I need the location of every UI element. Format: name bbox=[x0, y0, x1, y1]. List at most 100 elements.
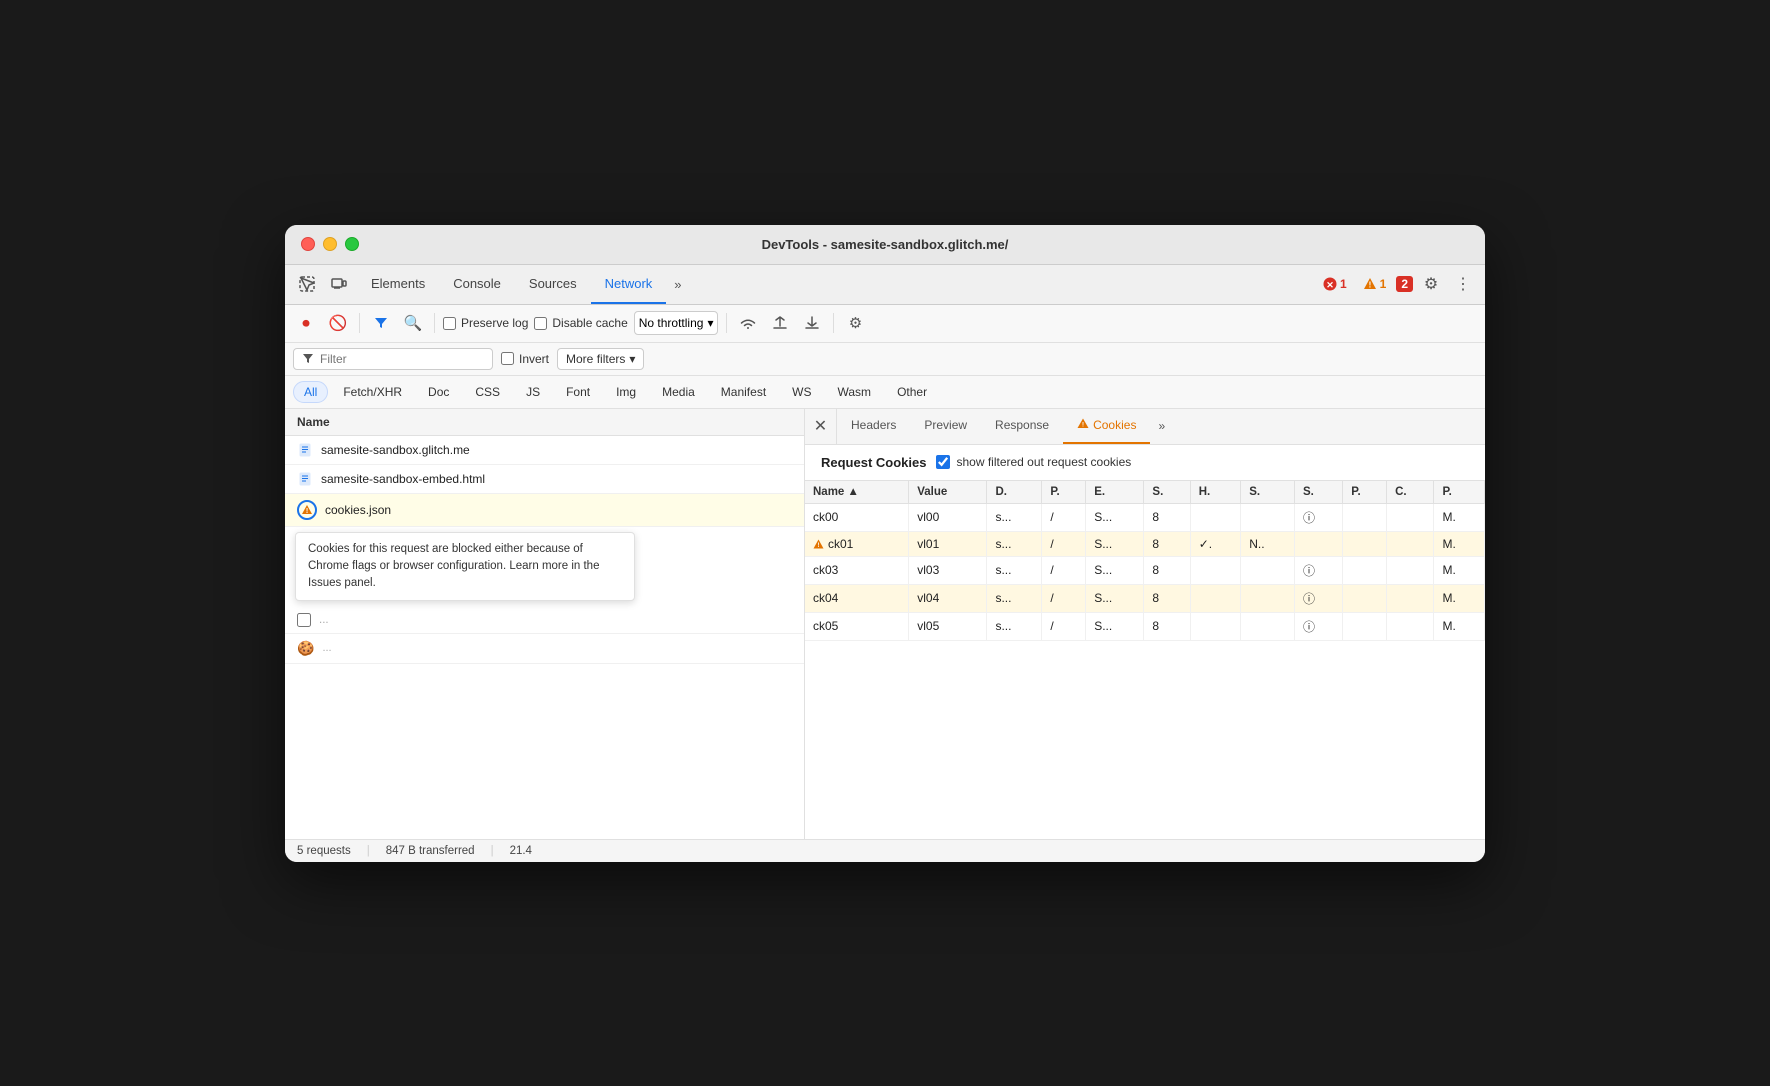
request-item-1[interactable]: samesite-sandbox.glitch.me bbox=[285, 436, 804, 465]
download-icon[interactable] bbox=[799, 310, 825, 336]
col-s2[interactable]: S. bbox=[1241, 481, 1295, 504]
disable-cache-checkbox[interactable] bbox=[534, 317, 547, 330]
issues-count[interactable]: 2 bbox=[1396, 276, 1413, 292]
tab-network[interactable]: Network bbox=[591, 264, 667, 304]
tab-sources[interactable]: Sources bbox=[515, 264, 591, 304]
preserve-log-checkbox[interactable] bbox=[443, 317, 456, 330]
svg-text:✕: ✕ bbox=[1326, 280, 1334, 290]
col-e[interactable]: E. bbox=[1086, 481, 1144, 504]
cookie-d-2: s... bbox=[987, 556, 1042, 584]
minimize-button[interactable] bbox=[323, 237, 337, 251]
col-value[interactable]: Value bbox=[909, 481, 987, 504]
col-p3[interactable]: P. bbox=[1434, 481, 1485, 504]
type-pill-css[interactable]: CSS bbox=[464, 381, 511, 403]
invert-label[interactable]: Invert bbox=[501, 352, 549, 366]
col-c[interactable]: C. bbox=[1387, 481, 1434, 504]
toolbar-separator-3 bbox=[726, 313, 727, 333]
request-item-3[interactable]: ! cookies.json Cookies for this request … bbox=[285, 494, 804, 527]
type-pill-media[interactable]: Media bbox=[651, 381, 706, 403]
col-s3[interactable]: S. bbox=[1295, 481, 1343, 504]
type-pill-doc[interactable]: Doc bbox=[417, 381, 460, 403]
cookie-row-4[interactable]: ck05 vl05 s... / S... 8 ⓘ M. bbox=[805, 612, 1485, 640]
tab-preview[interactable]: Preview bbox=[910, 409, 981, 445]
cookie-s2-0 bbox=[1241, 503, 1295, 531]
cookie-value-2: vl03 bbox=[909, 556, 987, 584]
col-d[interactable]: D. bbox=[987, 481, 1042, 504]
cookie-row-2[interactable]: ck03 vl03 s... / S... 8 ⓘ M. bbox=[805, 556, 1485, 584]
detail-tab-bar: ✕ Headers Preview Response ! bbox=[805, 409, 1485, 445]
settings-icon[interactable]: ⚙ bbox=[1417, 270, 1445, 298]
window-title: DevTools - samesite-sandbox.glitch.me/ bbox=[762, 237, 1009, 252]
chevron-down-icon: ▾ bbox=[629, 352, 635, 366]
cookie-d-1: s... bbox=[987, 531, 1042, 556]
disable-cache-label[interactable]: Disable cache bbox=[534, 316, 627, 330]
cookie-s-0: 8 bbox=[1144, 503, 1190, 531]
toolbar-separator-2 bbox=[434, 313, 435, 333]
show-filtered-checkbox[interactable] bbox=[936, 455, 950, 469]
type-pill-img[interactable]: Img bbox=[605, 381, 647, 403]
detail-tab-more[interactable]: » bbox=[1150, 409, 1173, 445]
cookie-name-3: ck04 bbox=[805, 584, 909, 612]
tab-elements[interactable]: Elements bbox=[357, 264, 439, 304]
cookie-row-3[interactable]: ck04 vl04 s... / S... 8 ⓘ M. bbox=[805, 584, 1485, 612]
cookie-c-1 bbox=[1387, 531, 1434, 556]
cookie-p2-4 bbox=[1343, 612, 1387, 640]
clear-button[interactable]: 🚫 bbox=[325, 310, 351, 336]
error-count[interactable]: ✕ 1 bbox=[1317, 275, 1353, 293]
cookie-s-1: 8 bbox=[1144, 531, 1190, 556]
throttle-select[interactable]: No throttling ▾ bbox=[634, 311, 719, 335]
col-h[interactable]: H. bbox=[1190, 481, 1241, 504]
warning-count[interactable]: ! 1 bbox=[1357, 275, 1393, 293]
type-pill-font[interactable]: Font bbox=[555, 381, 601, 403]
detail-close-button[interactable]: ✕ bbox=[805, 409, 837, 445]
cursor-icon[interactable] bbox=[293, 270, 321, 298]
cookie-row-0[interactable]: ck00 vl00 s... / S... 8 ⓘ M. bbox=[805, 503, 1485, 531]
cookie-s-4: 8 bbox=[1144, 612, 1190, 640]
close-button[interactable] bbox=[301, 237, 315, 251]
request-extra-1[interactable]: ... bbox=[285, 607, 804, 634]
tab-console[interactable]: Console bbox=[439, 264, 515, 304]
show-filtered-label[interactable]: show filtered out request cookies bbox=[936, 455, 1131, 469]
request-list: Name samesite-sandbox.glitch.me bbox=[285, 409, 805, 839]
upload-icon[interactable] bbox=[767, 310, 793, 336]
col-name[interactable]: Name ▲ bbox=[805, 481, 909, 504]
request-name-3: cookies.json bbox=[325, 503, 391, 517]
filter-icon[interactable] bbox=[368, 310, 394, 336]
type-pill-other[interactable]: Other bbox=[886, 381, 938, 403]
request-extra-2[interactable]: 🍪 ... bbox=[285, 634, 804, 664]
more-filters-button[interactable]: More filters ▾ bbox=[557, 348, 644, 370]
col-s1[interactable]: S. bbox=[1144, 481, 1190, 504]
col-p[interactable]: P. bbox=[1042, 481, 1086, 504]
type-pill-fetch-xhr[interactable]: Fetch/XHR bbox=[332, 381, 413, 403]
tab-cookies[interactable]: ! Cookies bbox=[1063, 409, 1150, 445]
wifi-icon[interactable] bbox=[735, 310, 761, 336]
extra-label-2: ... bbox=[322, 642, 331, 654]
devtools-tab-bar: Elements Console Sources Network » ✕ 1 !… bbox=[285, 265, 1485, 305]
extra-checkbox-1[interactable] bbox=[297, 613, 311, 627]
search-button[interactable]: 🔍 bbox=[400, 310, 426, 336]
cookie-p3-3: M. bbox=[1434, 584, 1485, 612]
type-pill-all[interactable]: All bbox=[293, 381, 328, 403]
tab-response[interactable]: Response bbox=[981, 409, 1063, 445]
device-icon[interactable] bbox=[325, 270, 353, 298]
tab-headers[interactable]: Headers bbox=[837, 409, 910, 445]
type-pill-manifest[interactable]: Manifest bbox=[710, 381, 777, 403]
stop-recording-button[interactable]: ⏺ bbox=[293, 310, 319, 336]
cookie-h-0 bbox=[1190, 503, 1241, 531]
cookie-name-0: ck00 bbox=[805, 503, 909, 531]
type-pill-wasm[interactable]: Wasm bbox=[827, 381, 883, 403]
maximize-button[interactable] bbox=[345, 237, 359, 251]
request-item-2[interactable]: samesite-sandbox-embed.html bbox=[285, 465, 804, 494]
type-pill-ws[interactable]: WS bbox=[781, 381, 822, 403]
more-options-icon[interactable]: ⋮ bbox=[1449, 270, 1477, 298]
cookie-row-1[interactable]: ! ck01 vl01 s... / S... 8 ✓. N.. M. bbox=[805, 531, 1485, 556]
invert-checkbox[interactable] bbox=[501, 352, 514, 365]
cookie-value-1: vl01 bbox=[909, 531, 987, 556]
tab-more-button[interactable]: » bbox=[666, 264, 689, 304]
col-p2[interactable]: P. bbox=[1343, 481, 1387, 504]
type-pill-js[interactable]: JS bbox=[515, 381, 551, 403]
requests-count: 5 requests bbox=[297, 845, 351, 857]
preserve-log-label[interactable]: Preserve log bbox=[443, 316, 528, 330]
network-settings-icon[interactable]: ⚙ bbox=[842, 310, 868, 336]
filter-input[interactable] bbox=[320, 352, 460, 366]
